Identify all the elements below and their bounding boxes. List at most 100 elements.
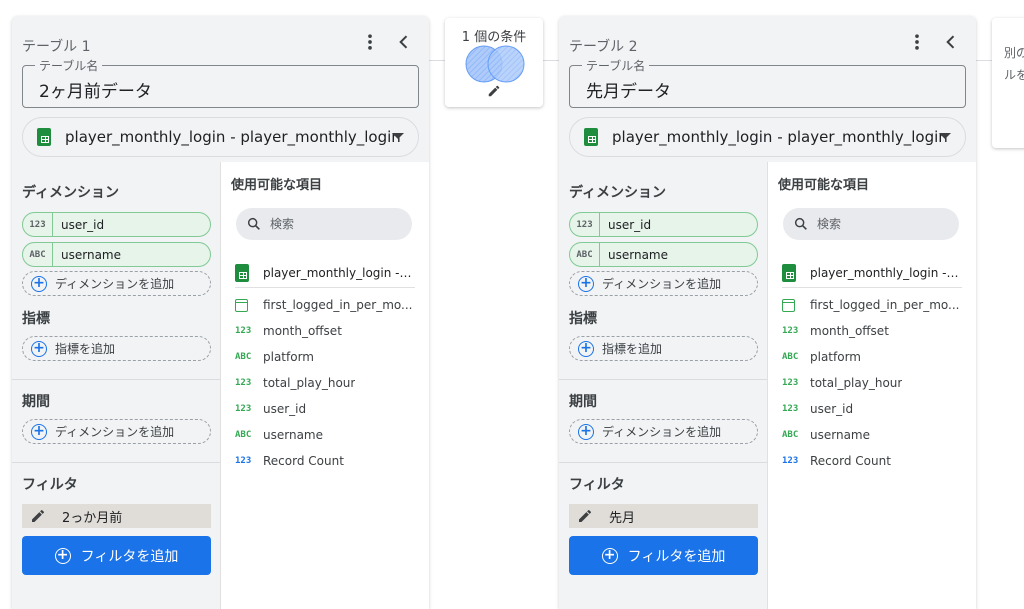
more-vert-icon[interactable] — [358, 30, 382, 54]
add-period-dimension-button[interactable]: + ディメンションを追加 — [569, 419, 758, 444]
data-source-select[interactable]: player_monthly_login - player_monthly_lo… — [569, 117, 966, 157]
add-dimension-button[interactable]: + ディメンションを追加 — [569, 271, 758, 296]
field-row[interactable]: 123 month_offset — [235, 318, 415, 344]
add-filter-button[interactable]: + フィルタを追加 — [569, 536, 758, 575]
filter-chip[interactable]: 2っか月前 — [22, 504, 211, 528]
data-source-select[interactable]: player_monthly_login - player_monthly_lo… — [22, 117, 419, 157]
field-row[interactable]: 123 Record Count — [782, 448, 962, 474]
caret-down-icon — [939, 133, 951, 139]
field-row[interactable]: 123 user_id — [782, 396, 962, 422]
field-row[interactable]: first_logged_in_per_mo... — [782, 292, 962, 318]
field-row[interactable]: ABC username — [235, 422, 415, 448]
dimension-chip-label: user_id — [608, 217, 652, 232]
table-name-field[interactable]: テーブル名 2ヶ月前データ — [22, 57, 419, 108]
table-panel-2: テーブル 2 テーブル名 先月データ player_monthly_login … — [559, 16, 976, 609]
field-row[interactable]: first_logged_in_per_mo... — [235, 292, 415, 318]
filter-chip-label: 2っか月前 — [62, 510, 123, 526]
available-fields-column: 使用可能な項目 player_monthly_login - p... firs… — [767, 162, 976, 609]
add-period-dimension-button[interactable]: + ディメンションを追加 — [22, 419, 211, 444]
add-dimension-button[interactable]: + ディメンションを追加 — [22, 271, 211, 296]
field-name: Record Count — [263, 454, 344, 468]
field-name: total_play_hour — [263, 376, 356, 390]
chevron-left-icon[interactable] — [939, 30, 963, 54]
field-search[interactable] — [783, 208, 959, 240]
number-type-icon: 123 — [235, 456, 252, 466]
field-row[interactable]: 123 Record Count — [235, 448, 415, 474]
more-vert-icon[interactable] — [905, 30, 929, 54]
data-source-label: player_monthly_login - player_monthly_lo… — [65, 128, 401, 146]
field-row[interactable]: 123 total_play_hour — [782, 370, 962, 396]
field-name: month_offset — [263, 324, 342, 338]
field-name: platform — [263, 350, 314, 364]
field-row[interactable]: ABC platform — [782, 344, 962, 370]
date-type-icon — [782, 298, 795, 312]
dimension-chip-label: user_id — [61, 217, 105, 232]
field-source-row[interactable]: player_monthly_login - p... — [235, 258, 415, 288]
add-metric-button[interactable]: + 指標を追加 — [22, 336, 211, 361]
add-circle-icon: + — [31, 340, 47, 357]
field-name: total_play_hour — [810, 376, 903, 390]
number-type-icon: 123 — [782, 326, 799, 336]
number-type-icon: 123 — [782, 378, 799, 388]
text-type-icon: ABC — [782, 352, 799, 362]
chevron-left-icon[interactable] — [392, 30, 416, 54]
field-row[interactable]: 123 total_play_hour — [235, 370, 415, 396]
add-circle-icon: + — [54, 547, 71, 564]
section-divider — [559, 379, 767, 380]
available-fields-title: 使用可能な項目 — [231, 178, 323, 193]
data-source-label: player_monthly_login - player_monthly_lo… — [612, 128, 948, 146]
sheets-icon — [584, 128, 598, 146]
field-name: month_offset — [810, 324, 889, 338]
table-name-value[interactable]: 先月データ — [586, 77, 671, 102]
edit-pencil-icon[interactable] — [577, 508, 593, 524]
field-name: username — [810, 428, 870, 442]
field-source-name: player_monthly_login - p... — [810, 265, 962, 280]
table-name-value[interactable]: 2ヶ月前データ — [39, 77, 152, 102]
add-circle-icon: + — [578, 275, 594, 292]
period-label: 期間 — [569, 394, 597, 410]
add-table-panel[interactable]: 別の ルを — [992, 18, 1024, 148]
text-type-icon: ABC — [570, 243, 600, 266]
number-type-icon: 123 — [235, 326, 252, 336]
table-name-legend: テーブル名 — [35, 57, 103, 74]
panel-title: テーブル 2 — [569, 39, 638, 55]
table-name-field[interactable]: テーブル名 先月データ — [569, 57, 966, 108]
metrics-label: 指標 — [22, 311, 50, 327]
field-list: player_monthly_login - p... first_logged… — [782, 258, 962, 474]
add-circle-icon: + — [578, 340, 594, 357]
period-label: 期間 — [22, 394, 50, 410]
field-rows: first_logged_in_per_mo... 123 month_offset… — [235, 292, 415, 474]
join-condition-button[interactable]: 1 個の条件 — [445, 18, 543, 107]
table-panel-1: テーブル 1 テーブル名 2ヶ月前データ player_monthly_logi… — [12, 16, 429, 609]
add-metric-button[interactable]: + 指標を追加 — [569, 336, 758, 361]
field-row[interactable]: ABC username — [782, 422, 962, 448]
available-fields-title: 使用可能な項目 — [778, 178, 870, 193]
dimension-chip[interactable]: 123 user_id — [569, 212, 758, 237]
field-search-input[interactable] — [270, 217, 400, 231]
section-divider — [12, 379, 220, 380]
field-row[interactable]: ABC platform — [235, 344, 415, 370]
table-name-legend: テーブル名 — [582, 57, 650, 74]
field-source-row[interactable]: player_monthly_login - p... — [782, 258, 962, 288]
field-search[interactable] — [236, 208, 412, 240]
field-row[interactable]: 123 user_id — [235, 396, 415, 422]
field-name: user_id — [810, 402, 854, 416]
dimension-chip[interactable]: ABC username — [22, 242, 211, 267]
add-circle-icon: + — [601, 547, 618, 564]
section-divider — [559, 462, 767, 463]
add-filter-button[interactable]: + フィルタを追加 — [22, 536, 211, 575]
field-search-input[interactable] — [817, 217, 947, 231]
field-name: user_id — [263, 402, 307, 416]
dimension-chip[interactable]: ABC username — [569, 242, 758, 267]
number-type-icon: 123 — [235, 378, 252, 388]
field-row[interactable]: 123 month_offset — [782, 318, 962, 344]
dimension-chip[interactable]: 123 user_id — [22, 212, 211, 237]
field-source-name: player_monthly_login - p... — [263, 265, 415, 280]
sheets-icon — [782, 263, 796, 282]
edit-pencil-icon[interactable] — [487, 84, 501, 98]
text-type-icon: ABC — [235, 352, 252, 362]
dimensions-label: ディメンション — [569, 185, 667, 201]
metrics-label: 指標 — [569, 311, 597, 327]
edit-pencil-icon[interactable] — [30, 508, 46, 524]
filter-chip[interactable]: 先月 — [569, 504, 758, 528]
